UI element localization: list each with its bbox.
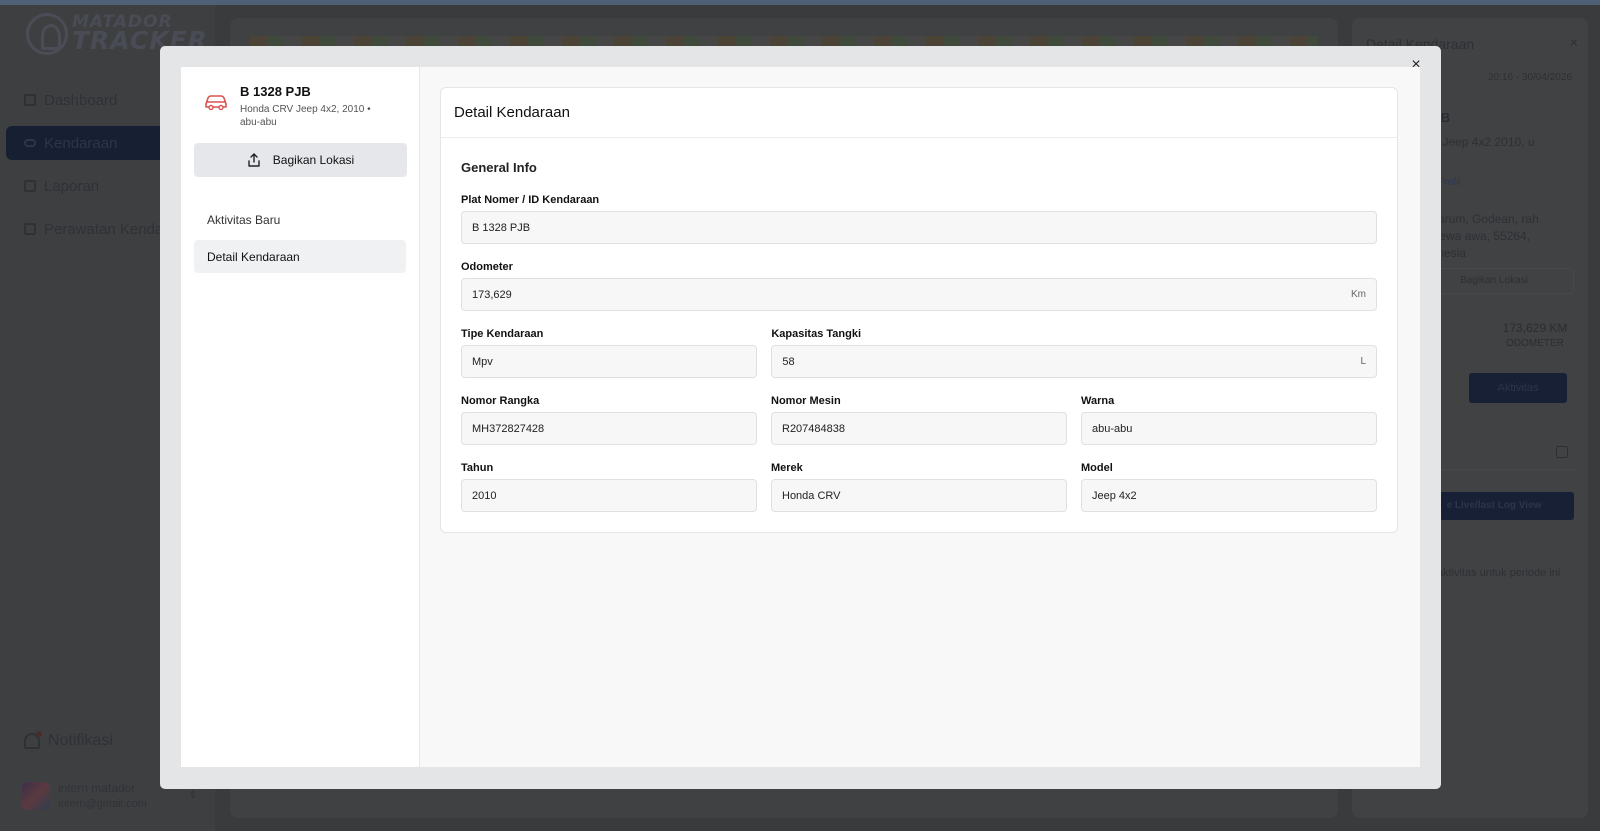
input-value: MH372827428 — [472, 422, 545, 435]
car-icon — [205, 95, 227, 111]
input-value: Mpv — [472, 355, 493, 368]
detail-card: Detail Kendaraan General Info Plat Nomer… — [440, 87, 1398, 533]
section-title: General Info — [461, 160, 537, 175]
logo-icon — [26, 13, 68, 55]
dashboard-icon — [24, 94, 36, 106]
modal-menu: Aktivitas Baru Detail Kendaraan — [194, 203, 406, 273]
panel-timestamp: 20:16 - 30/04/2026 — [1488, 72, 1572, 83]
odometer-input[interactable]: 173,629 Km — [461, 278, 1377, 311]
field-label: Tahun — [461, 462, 494, 474]
color-input[interactable]: abu-abu — [1081, 412, 1377, 445]
plate-input[interactable]: B 1328 PJB — [461, 211, 1377, 244]
field-label: Plat Nomer / ID Kendaraan — [461, 194, 600, 206]
share-location-label: Bagikan Lokasi — [272, 153, 355, 167]
input-value: B 1328 PJB — [472, 221, 531, 234]
close-icon[interactable]: × — [1570, 34, 1578, 50]
field-label: Model — [1081, 462, 1113, 474]
engine-number-input[interactable]: R207484838 — [771, 412, 1067, 445]
field-color: Warna abu-abu — [1081, 395, 1377, 445]
input-unit: L — [1360, 356, 1366, 367]
field-brand: Merek Honda CRV — [771, 462, 1067, 512]
window-top-bar — [0, 0, 1600, 5]
input-value: 2010 — [472, 489, 497, 502]
field-label: Merek — [771, 462, 803, 474]
field-year: Tahun 2010 — [461, 462, 757, 512]
sidebar-item-label: Laporan — [44, 177, 100, 195]
input-value: 58 — [782, 355, 795, 368]
field-label: Warna — [1081, 395, 1115, 407]
share-location-button[interactable]: Bagikan Lokasi — [194, 143, 407, 177]
input-value: R207484838 — [782, 422, 846, 435]
car-icon — [24, 139, 36, 147]
field-tank-capacity: Kapasitas Tangki 58 L — [771, 328, 1377, 378]
chevron-updown-icon: ⇕ — [188, 790, 197, 802]
map-area[interactable] — [250, 36, 1318, 46]
odometer-label: ODOMETER — [1506, 337, 1564, 349]
brand-input[interactable]: Honda CRV — [771, 479, 1067, 512]
avatar — [22, 781, 50, 810]
vehicle-modal: × B 1328 PJB Honda CRV Jeep 4x2, 2010 • … — [160, 46, 1441, 789]
vehicle-header: B 1328 PJB Honda CRV Jeep 4x2, 2010 • ab… — [194, 80, 406, 129]
year-input[interactable]: 2010 — [461, 479, 757, 512]
activity-button[interactable]: Aktivitas — [1469, 373, 1567, 403]
field-label: Nomor Mesin — [771, 395, 841, 407]
field-label: Nomor Rangka — [461, 395, 540, 407]
input-value: Honda CRV — [782, 489, 841, 502]
field-label: Kapasitas Tangki — [771, 328, 862, 340]
card-title: Detail Kendaraan — [441, 88, 1397, 138]
notifications-label: Notifikasi — [48, 732, 113, 749]
field-label: Tipe Kendaraan — [461, 328, 544, 340]
field-plate: Plat Nomer / ID Kendaraan B 1328 PJB — [461, 194, 1377, 244]
field-model: Model Jeep 4x2 — [1081, 462, 1377, 512]
field-label: Odometer — [461, 261, 513, 273]
odometer-value: 173,629 KM — [1502, 321, 1568, 335]
sidebar-item-label: Dashboard — [44, 91, 118, 109]
user-name: intern matador — [58, 781, 136, 795]
panel-odometer: 173,629 KM ODOMETER — [1490, 321, 1580, 350]
tank-capacity-input[interactable]: 58 L — [771, 345, 1377, 378]
vehicle-type-input[interactable]: Mpv — [461, 345, 758, 378]
vehicle-subtitle: Honda CRV Jeep 4x2, 2010 • abu-abu — [240, 104, 371, 128]
field-chassis-number: Nomor Rangka MH372827428 — [461, 395, 757, 445]
bell-icon — [24, 731, 42, 749]
field-odometer: Odometer 173,629 Km — [461, 261, 1377, 311]
menu-item-detail-kendaraan[interactable]: Detail Kendaraan — [194, 240, 406, 273]
input-value: abu-abu — [1092, 422, 1133, 435]
menu-item-aktivitas-baru[interactable]: Aktivitas Baru — [194, 203, 406, 236]
field-vehicle-type: Tipe Kendaraan Mpv — [461, 328, 758, 378]
notifications-link[interactable]: Notifikasi — [24, 731, 113, 750]
field-engine-number: Nomor Mesin R207484838 — [771, 395, 1067, 445]
modal-sidebar: B 1328 PJB Honda CRV Jeep 4x2, 2010 • ab… — [181, 67, 420, 767]
input-unit: Km — [1351, 289, 1366, 300]
wrench-icon — [24, 223, 36, 235]
share-icon — [248, 153, 260, 167]
chassis-number-input[interactable]: MH372827428 — [461, 412, 757, 445]
calendar-icon[interactable] — [1556, 446, 1568, 458]
vehicle-plate: B 1328 PJB — [240, 84, 311, 99]
document-icon — [24, 180, 36, 192]
input-value: Jeep 4x2 — [1092, 489, 1137, 502]
input-value: 173,629 — [472, 288, 512, 301]
model-input[interactable]: Jeep 4x2 — [1081, 479, 1377, 512]
modal-content: B 1328 PJB Honda CRV Jeep 4x2, 2010 • ab… — [181, 67, 1420, 767]
modal-main: Detail Kendaraan General Info Plat Nomer… — [420, 67, 1420, 767]
sidebar-item-label: Kendaraan — [44, 134, 118, 152]
user-email: intern@gmail.com — [58, 797, 147, 810]
